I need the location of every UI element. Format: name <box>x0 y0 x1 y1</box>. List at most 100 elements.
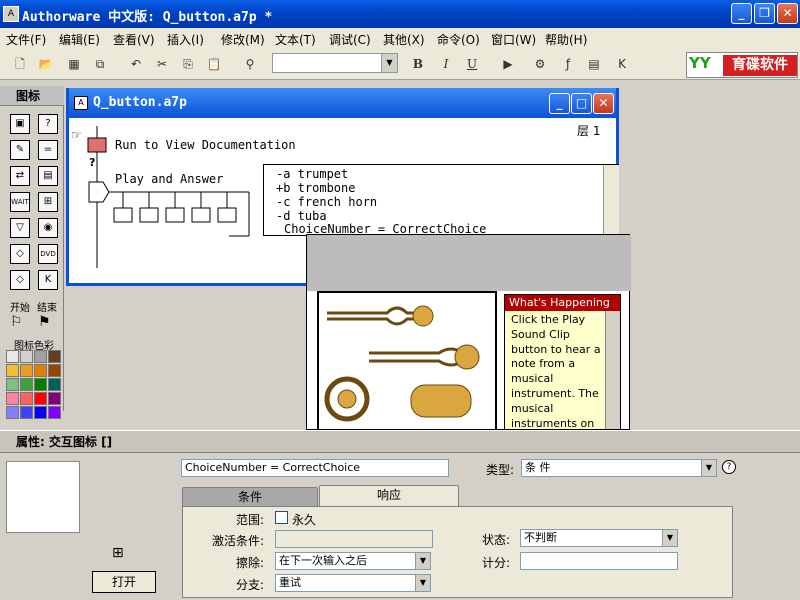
color-swatch[interactable] <box>20 392 33 405</box>
menu-help[interactable]: 帮助(H) <box>545 31 587 48</box>
icon-label-run-docs[interactable]: Run to View Documentation <box>115 138 296 152</box>
color-swatch[interactable] <box>20 364 33 377</box>
activate-field[interactable] <box>275 530 433 548</box>
open-button[interactable]: 打开 <box>92 571 156 593</box>
bold-button[interactable]: B <box>408 54 428 74</box>
motion-icon[interactable]: ? <box>38 114 58 134</box>
help-icon[interactable]: ? <box>722 460 736 474</box>
menu-text[interactable]: 文本(T) <box>275 31 316 48</box>
question-icon[interactable]: ? <box>89 156 95 169</box>
icon-name-field[interactable]: ChoiceNumber = CorrectChoice <box>181 459 449 477</box>
response-a[interactable]: -a trumpet <box>276 167 348 181</box>
color-swatch[interactable] <box>20 350 33 363</box>
color-swatch[interactable] <box>48 378 61 391</box>
tab-condition[interactable]: 条件 <box>182 487 318 507</box>
framework-icon[interactable]: ▤ <box>38 166 58 186</box>
copy-icon[interactable]: ⎘ <box>178 54 198 74</box>
start-flag-icon[interactable]: ⚐ <box>10 314 23 330</box>
open-folder-icon[interactable]: 📂 <box>36 54 56 74</box>
erase-icon[interactable]: ✎ <box>10 140 30 160</box>
flow-minimize-button[interactable]: _ <box>549 93 570 114</box>
score-field[interactable] <box>520 552 678 570</box>
menu-modify[interactable]: 修改(M) <box>221 31 265 48</box>
italic-button[interactable]: I <box>436 54 456 74</box>
paste-icon[interactable]: 📋 <box>204 54 224 74</box>
display-icon[interactable]: ▣ <box>10 114 30 134</box>
color-swatch[interactable] <box>34 364 47 377</box>
find-icon[interactable]: ⚲ <box>240 54 260 74</box>
color-swatch[interactable] <box>6 350 19 363</box>
import-icon[interactable]: ⧉ <box>90 54 110 74</box>
menu-debug[interactable]: 调试(C) <box>329 31 371 48</box>
map-icon[interactable]: ◉ <box>38 218 58 238</box>
chevron-down-icon[interactable]: ▼ <box>381 54 397 72</box>
functions-icon[interactable]: ƒ <box>558 54 578 74</box>
color-swatch[interactable] <box>34 392 47 405</box>
color-swatch[interactable] <box>34 350 47 363</box>
variables-icon[interactable]: ▤ <box>584 54 604 74</box>
color-swatch[interactable] <box>48 350 61 363</box>
type-select[interactable]: 条 件 ▼ <box>521 459 717 477</box>
branch-select[interactable]: 重试 ▼ <box>275 574 431 592</box>
chevron-down-icon[interactable]: ▼ <box>701 460 716 476</box>
menu-file[interactable]: 文件(F) <box>6 31 46 48</box>
run-icon[interactable]: ▶ <box>498 54 518 74</box>
chevron-down-icon[interactable]: ▼ <box>415 575 430 591</box>
knowledge-objects-icon[interactable]: K <box>612 54 632 74</box>
erase-select[interactable]: 在下一次输入之后 ▼ <box>275 552 431 570</box>
color-swatch[interactable] <box>20 406 33 419</box>
cut-icon[interactable]: ✂ <box>152 54 172 74</box>
chevron-down-icon[interactable]: ▼ <box>662 530 677 546</box>
minimize-button[interactable]: _ <box>731 3 752 24</box>
response-d[interactable]: -d tuba <box>276 209 327 223</box>
color-swatch[interactable] <box>6 392 19 405</box>
tab-response[interactable]: 响应 <box>319 485 459 507</box>
calc-scrollbar[interactable] <box>603 165 619 235</box>
flow-maximize-button[interactable]: □ <box>571 93 592 114</box>
menu-window[interactable]: 窗口(W) <box>491 31 536 48</box>
menu-view[interactable]: 查看(V) <box>113 31 155 48</box>
wait-icon[interactable]: = <box>38 140 58 160</box>
color-swatch[interactable] <box>6 364 19 377</box>
chevron-down-icon[interactable]: ▼ <box>415 553 430 569</box>
end-flag-icon[interactable]: ⚑ <box>38 314 51 330</box>
font-combo[interactable]: ▼ <box>272 53 398 73</box>
knowledge-object-icon[interactable]: K <box>38 270 58 290</box>
menu-command[interactable]: 命令(O) <box>437 31 480 48</box>
video-icon[interactable]: ◇ <box>10 270 30 290</box>
menu-insert[interactable]: 插入(I) <box>167 31 204 48</box>
undo-icon[interactable]: ↶ <box>126 54 146 74</box>
restore-button[interactable]: ❐ <box>754 3 775 24</box>
underline-button[interactable]: U <box>462 54 482 74</box>
color-swatch[interactable] <box>20 378 33 391</box>
happening-scrollbar[interactable] <box>605 311 620 429</box>
color-swatch[interactable] <box>48 406 61 419</box>
digital-movie-icon[interactable]: ◇ <box>10 244 30 264</box>
permanent-checkbox[interactable] <box>275 511 288 524</box>
icon-label-play-answer[interactable]: Play and Answer <box>115 172 223 186</box>
color-swatch[interactable] <box>48 392 61 405</box>
navigate-icon[interactable]: ⇄ <box>10 166 30 186</box>
calculation-icon[interactable]: ▽ <box>10 218 30 238</box>
color-swatch[interactable] <box>34 378 47 391</box>
response-c[interactable]: -c french horn <box>276 195 377 209</box>
color-swatch[interactable] <box>34 406 47 419</box>
calculation-box[interactable]: -a trumpet +b trombone -c french horn -d… <box>263 164 619 236</box>
response-b[interactable]: +b trombone <box>276 181 355 195</box>
save-all-icon[interactable]: ▦ <box>64 54 84 74</box>
decision-icon[interactable]: WAIT <box>10 192 30 212</box>
status-select[interactable]: 不判断 ▼ <box>520 529 678 547</box>
color-swatch[interactable] <box>6 378 19 391</box>
flow-close-button[interactable]: ✕ <box>593 93 614 114</box>
interaction-icon[interactable]: ⊞ <box>38 192 58 212</box>
control-panel-icon[interactable]: ⚙ <box>530 54 550 74</box>
instruments-graphic[interactable] <box>319 293 495 429</box>
menu-other[interactable]: 其他(X) <box>383 31 425 48</box>
close-button[interactable]: ✕ <box>777 3 798 24</box>
sound-icon[interactable]: DVD <box>38 244 58 264</box>
new-file-icon[interactable]: 🗋 <box>10 54 30 74</box>
menu-edit[interactable]: 编辑(E) <box>59 31 100 48</box>
color-swatch[interactable] <box>6 406 19 419</box>
color-swatch[interactable] <box>48 364 61 377</box>
hand-icon[interactable]: ☞ <box>71 128 82 142</box>
